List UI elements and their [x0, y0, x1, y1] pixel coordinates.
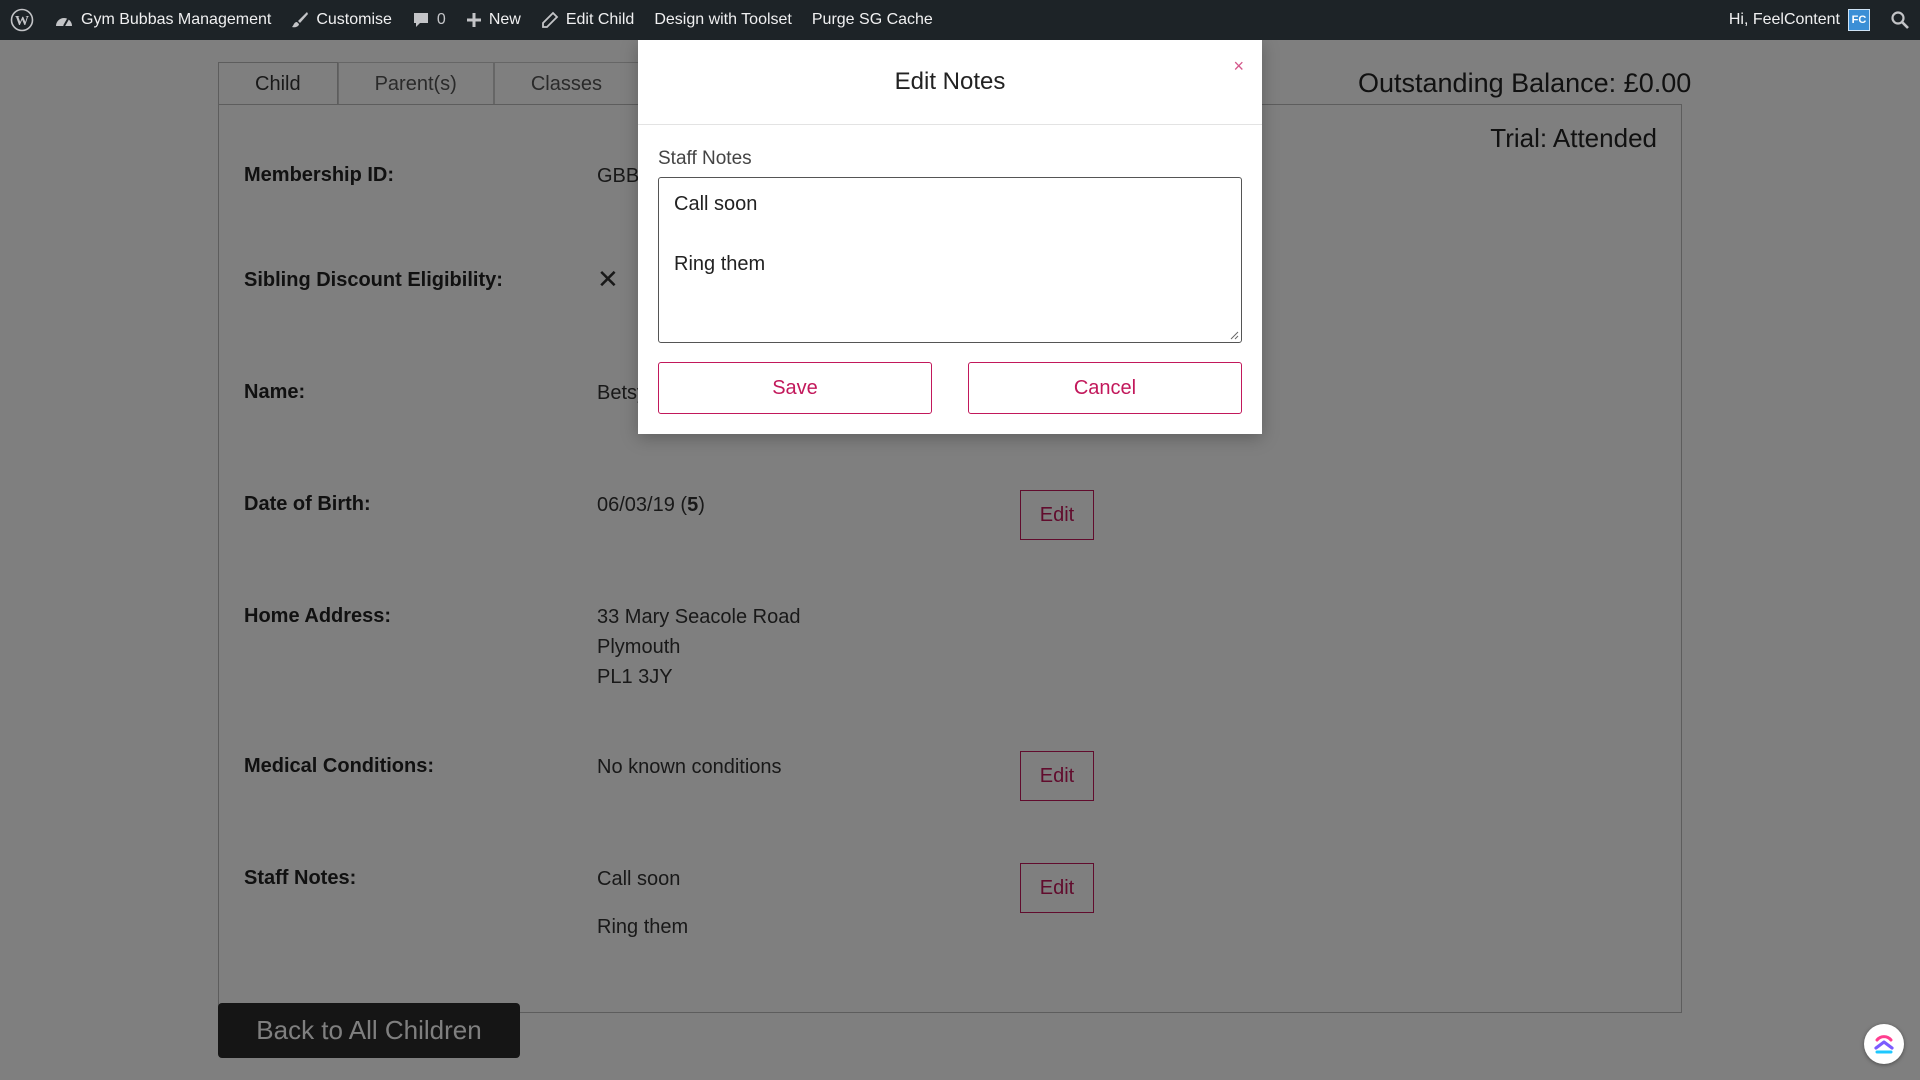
site-name-label: Gym Bubbas Management [81, 11, 272, 28]
resize-grip-icon[interactable] [1229, 330, 1239, 340]
new-label: New [488, 11, 521, 28]
textarea-line: Call soon [674, 193, 758, 215]
plus-icon [466, 12, 482, 28]
customise-label: Customise [316, 11, 392, 28]
modal-header: Edit Notes × [638, 40, 1262, 125]
floating-widget-icon[interactable] [1864, 1024, 1904, 1064]
wordpress-logo-icon[interactable]: W [0, 0, 44, 40]
purge-cache-menu[interactable]: Purge SG Cache [802, 0, 943, 40]
save-button[interactable]: Save [658, 362, 932, 414]
svg-text:W: W [15, 14, 29, 29]
staff-notes-textarea[interactable]: Call soon Ring them [658, 177, 1242, 343]
purge-cache-label: Purge SG Cache [811, 11, 933, 28]
avatar: FC [1848, 9, 1870, 31]
design-toolset-menu[interactable]: Design with Toolset [644, 0, 802, 40]
greeting-label: Hi, FeelContent [1728, 11, 1840, 28]
site-name-menu[interactable]: Gym Bubbas Management [44, 0, 281, 40]
comments-menu[interactable]: 0 [402, 0, 456, 40]
customise-menu[interactable]: Customise [281, 0, 402, 40]
edit-notes-modal: Edit Notes × Staff Notes Call soon Ring … [638, 40, 1262, 434]
dashboard-gauge-icon [54, 12, 74, 28]
admin-search-icon[interactable] [1880, 0, 1920, 40]
staff-notes-field-label: Staff Notes [658, 148, 752, 169]
pencil-icon [541, 11, 559, 29]
modal-title: Edit Notes [894, 68, 1006, 95]
design-toolset-label: Design with Toolset [654, 11, 792, 28]
edit-child-menu[interactable]: Edit Child [531, 0, 644, 40]
comment-bubble-icon [412, 11, 430, 29]
wp-admin-bar: W Gym Bubbas Management Customise 0 New … [0, 0, 1920, 40]
account-menu[interactable]: Hi, FeelContent FC [1719, 0, 1880, 40]
paintbrush-icon [291, 11, 309, 29]
new-content-menu[interactable]: New [456, 0, 531, 40]
cancel-button[interactable]: Cancel [968, 362, 1242, 414]
textarea-line: Ring them [674, 253, 766, 275]
edit-child-label: Edit Child [565, 11, 635, 28]
close-icon[interactable]: × [1233, 56, 1244, 77]
comments-count: 0 [436, 11, 446, 28]
